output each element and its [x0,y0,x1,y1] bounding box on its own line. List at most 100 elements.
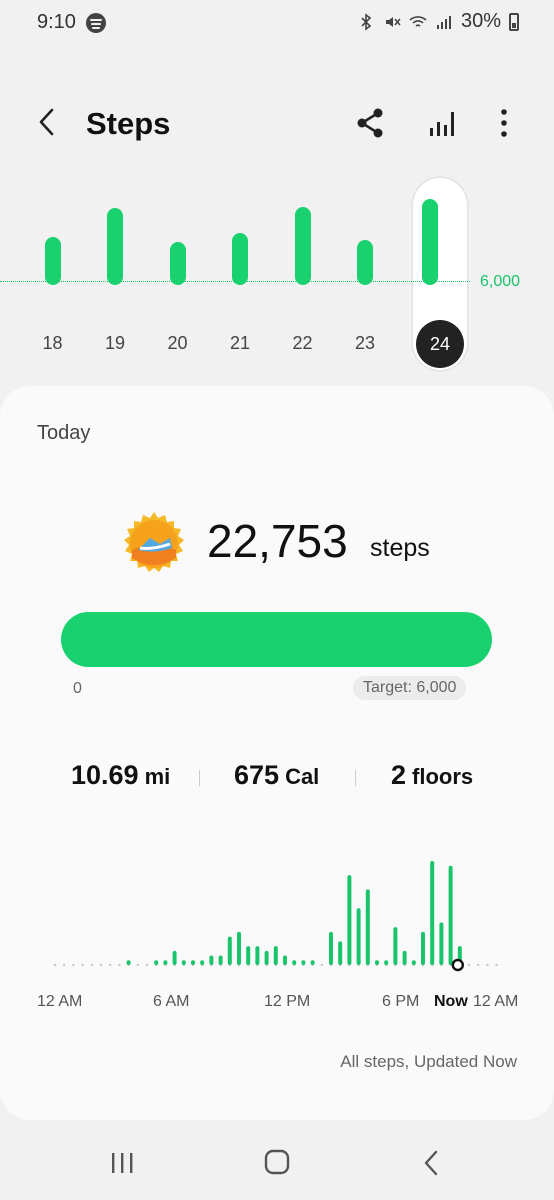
calories-unit: Cal [285,764,320,789]
selected-day-label[interactable]: 24 [416,320,464,368]
bluetooth-icon [361,12,372,31]
week-bar-22[interactable] [294,206,311,285]
today-steps-unit: steps [370,534,430,562]
hourly-bar [402,950,407,965]
baseline-dot [486,963,489,967]
hourly-steps-chart: 12 AM 6 AM 12 PM 6 PM Now 12 AM [0,856,554,1016]
week-bar-21[interactable] [232,232,248,285]
progress-start-label: 0 [73,680,82,697]
status-bar: 9:10 30% [0,0,554,48]
baseline-dot [467,963,471,967]
back-icon[interactable] [30,104,66,140]
hourly-bar [448,865,453,965]
hourly-bar [264,950,269,965]
updated-status: All steps, Updated Now [340,1052,517,1071]
week-bar-20[interactable] [169,241,186,285]
battery-percent: 30% [460,10,501,32]
app-bar: Steps [0,90,554,156]
hourly-bar [356,908,361,965]
hourly-bar [430,861,435,965]
wifi-icon [409,15,427,27]
more-icon[interactable] [490,104,518,142]
share-icon[interactable] [352,104,390,142]
hourly-bar [200,960,205,965]
hourly-bar [347,875,352,965]
floors-value: 2 [391,760,407,790]
battery-icon [509,12,519,31]
metric-divider [355,770,356,786]
week-bar-19[interactable] [107,208,123,285]
x-tick-label: 12 PM [264,993,311,1010]
baseline-dot [90,963,94,967]
week-day-label[interactable]: 23 [345,333,385,354]
hourly-bar [237,931,241,965]
hourly-bar [393,927,398,965]
hourly-bar [338,941,343,965]
hourly-bar [172,950,177,965]
calories-metric: 675 Cal [234,760,319,791]
distance-value: 10.69 [71,760,139,790]
hourly-bar [126,960,131,965]
target-line-label: 6,000 [480,273,521,290]
baseline-dot [320,963,323,967]
page-title: Steps [86,106,171,141]
week-bar-18[interactable] [44,237,61,285]
x-tick-label: 6 AM [153,993,190,1010]
week-bar-23[interactable] [357,240,373,285]
baseline-dot [477,963,480,967]
hourly-bar [310,960,315,965]
baseline-dot [72,963,75,967]
hourly-bar [411,960,416,965]
x-tick-label: 12 AM [37,993,83,1010]
hourly-bar [218,955,223,965]
hourly-bar [163,960,168,965]
week-day-label[interactable]: 21 [220,333,260,354]
week-day-label[interactable]: 18 [33,333,73,354]
baseline-dot [99,963,103,967]
hourly-bar [375,960,379,965]
stats-icon[interactable] [424,104,462,142]
distance-unit: mi [144,764,171,789]
hourly-bar [421,931,425,965]
hourly-bar [227,936,232,965]
signal-icon [436,15,451,29]
week-day-label[interactable]: 19 [95,333,135,354]
week-day-label[interactable]: 22 [283,333,323,354]
floors-metric: 2 floors [391,760,473,791]
now-marker [451,958,464,972]
calories-value: 675 [234,760,280,790]
baseline-dot [53,963,57,967]
week-bar-24[interactable] [421,198,438,285]
target-badge: Target: 6,000 [353,676,467,700]
week-day-label[interactable]: 17 [0,333,10,354]
home-icon[interactable] [257,1146,297,1180]
metric-divider [199,770,200,786]
baseline-dot [118,963,121,967]
hourly-bar [301,960,306,965]
week-day-label[interactable]: 20 [158,333,198,354]
hourly-bar [191,960,195,965]
floors-unit: floors [412,764,474,789]
hourly-bar [384,960,389,965]
hourly-bar [273,946,278,965]
back-nav-icon[interactable] [412,1146,452,1180]
baseline-dot [495,963,498,967]
recents-icon[interactable] [102,1146,142,1180]
steps-progress-bar [61,612,492,667]
hourly-bar [154,960,159,965]
today-card: Today 22,753 steps 0 Target: 6,000 10.69… [0,386,554,1120]
hourly-bar [209,955,214,965]
x-tick-label-now: Now [434,993,468,1010]
hourly-bar [292,960,297,965]
baseline-dot [62,963,66,967]
hourly-bar [439,922,444,965]
hourly-steps-svg [53,861,498,972]
navigation-bar [0,1130,554,1200]
today-label: Today [37,422,91,444]
hourly-bar [181,960,186,965]
hourly-bar [283,955,287,965]
mute-icon [385,16,401,27]
today-steps-count: 22,753 [207,515,348,567]
hourly-bar [329,931,333,965]
hourly-bar [365,889,370,965]
